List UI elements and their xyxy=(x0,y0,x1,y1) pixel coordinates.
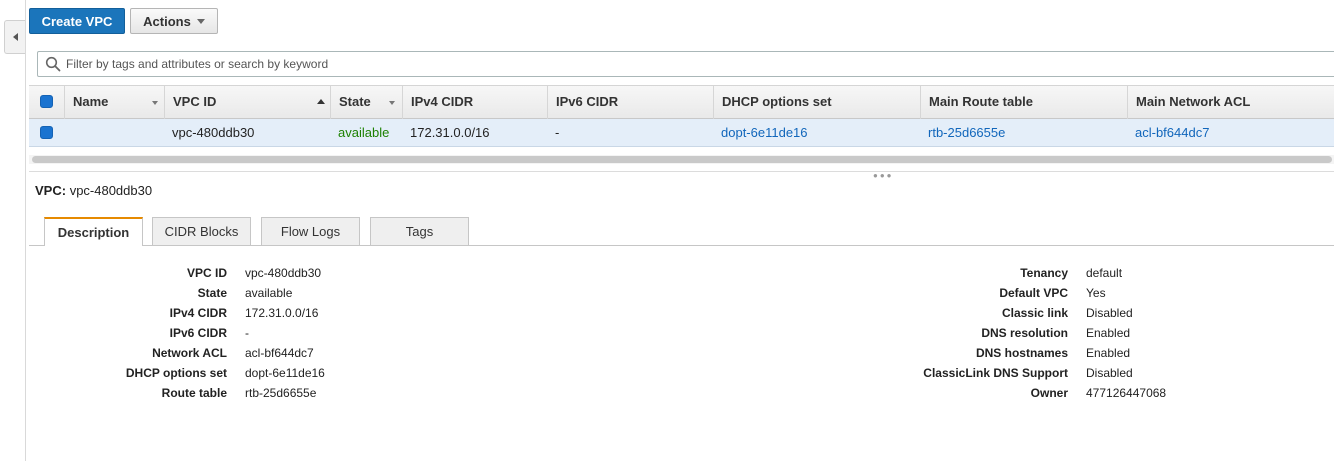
panel-divider xyxy=(29,171,1334,172)
actions-dropdown-button[interactable]: Actions xyxy=(130,8,218,34)
field-value: default xyxy=(1086,266,1123,280)
field-label: VPC ID xyxy=(186,266,227,280)
table-row[interactable]: vpc-480ddb30 available 172.31.0.0/16 - d… xyxy=(29,119,1334,147)
cell-name xyxy=(64,119,164,146)
dhcp-options-link[interactable]: dopt-6e11de16 xyxy=(245,366,325,380)
field-label: DHCP options set xyxy=(125,366,227,380)
field-label: DNS hostnames xyxy=(975,346,1068,360)
network-acl-link[interactable]: acl-bf644dc7 xyxy=(245,346,314,360)
sidebar-collapse-button[interactable] xyxy=(4,20,25,54)
field-label: Route table xyxy=(161,386,227,400)
column-header-dhcp-options[interactable]: DHCP options set xyxy=(713,86,920,119)
column-header-name[interactable]: Name xyxy=(64,86,164,119)
column-header-network-acl[interactable]: Main Network ACL xyxy=(1127,86,1334,119)
field-label: Network ACL xyxy=(152,346,227,360)
sort-ascending-icon xyxy=(317,99,325,104)
tab-flow-logs[interactable]: Flow Logs xyxy=(261,217,360,245)
field-label: Tenancy xyxy=(1020,266,1068,280)
cell-ipv4-cidr: 172.31.0.0/16 xyxy=(410,125,490,140)
cell-network-acl-link[interactable]: acl-bf644dc7 xyxy=(1127,119,1334,146)
column-header-label: Main Network ACL xyxy=(1136,94,1251,109)
cell-route-table-link[interactable]: rtb-25d6655e xyxy=(920,119,1127,146)
detail-title-value: vpc-480ddb30 xyxy=(69,183,153,198)
create-vpc-button[interactable]: Create VPC xyxy=(29,8,125,34)
sort-icon xyxy=(389,101,395,105)
column-header-route-table[interactable]: Main Route table xyxy=(920,86,1127,119)
table-header: Name VPC ID State IPv4 CIDR IPv6 CIDR DH… xyxy=(29,85,1334,119)
field-value: - xyxy=(245,326,249,340)
detail-title: VPC: vpc-480ddb30 xyxy=(35,183,152,198)
scrollbar-thumb[interactable] xyxy=(32,156,1332,163)
sidebar-strip xyxy=(0,0,26,461)
cell-state: available xyxy=(338,125,390,140)
filter-input[interactable] xyxy=(66,52,1266,76)
field-value: vpc-480ddb30 xyxy=(245,266,322,280)
route-table-link[interactable]: rtb-25d6655e xyxy=(245,386,316,400)
column-header-ipv6-cidr[interactable]: IPv6 CIDR xyxy=(547,86,713,119)
field-label: IPv6 CIDR xyxy=(169,326,227,340)
tab-description[interactable]: Description xyxy=(44,217,143,246)
field-value: 477126447068 xyxy=(1086,386,1167,400)
field-value: Yes xyxy=(1086,286,1106,300)
column-header-ipv4-cidr[interactable]: IPv4 CIDR xyxy=(402,86,547,119)
actions-label: Actions xyxy=(143,13,191,29)
field-label: Owner xyxy=(1030,386,1068,400)
field-label: Default VPC xyxy=(999,286,1068,300)
search-icon xyxy=(45,56,61,72)
field-value: Disabled xyxy=(1086,306,1133,320)
column-header-label: Name xyxy=(73,94,109,109)
chevron-down-icon xyxy=(196,19,205,24)
chevron-left-icon xyxy=(12,33,18,41)
field-label: ClassicLink DNS Support xyxy=(923,366,1068,380)
field-value: Enabled xyxy=(1086,326,1131,340)
resize-handle-icon[interactable]: ●●● xyxy=(873,172,903,180)
horizontal-scrollbar[interactable] xyxy=(29,155,1334,164)
column-header-label: DHCP options set xyxy=(722,94,832,109)
field-value: 172.31.0.0/16 xyxy=(245,306,319,320)
column-header-label: State xyxy=(339,94,371,109)
column-header-vpc-id[interactable]: VPC ID xyxy=(164,86,330,119)
field-value-state: available xyxy=(245,286,293,300)
field-label: Classic link xyxy=(1001,306,1068,320)
column-header-label: Main Route table xyxy=(929,94,1034,109)
cell-dhcp-options-link[interactable]: dopt-6e11de16 xyxy=(713,119,920,146)
field-value: Disabled xyxy=(1086,366,1133,380)
filter-bar[interactable] xyxy=(37,51,1334,77)
select-all-checkbox[interactable] xyxy=(40,95,53,108)
tab-tags[interactable]: Tags xyxy=(370,217,469,245)
tab-cidr-blocks[interactable]: CIDR Blocks xyxy=(152,217,251,245)
sort-icon xyxy=(152,101,158,105)
column-header-label: IPv4 CIDR xyxy=(411,94,474,109)
field-value: Enabled xyxy=(1086,346,1131,360)
vpc-table: Name VPC ID State IPv4 CIDR IPv6 CIDR DH… xyxy=(29,85,1334,147)
field-label: State xyxy=(197,286,227,300)
column-header-state[interactable]: State xyxy=(330,86,402,119)
column-header-label: IPv6 CIDR xyxy=(556,94,619,109)
detail-title-label: VPC: xyxy=(35,183,67,198)
column-header-label: VPC ID xyxy=(173,94,217,109)
cell-vpc-id: vpc-480ddb30 xyxy=(172,125,255,140)
field-label: DNS resolution xyxy=(981,326,1068,340)
row-checkbox[interactable] xyxy=(40,126,53,139)
field-label: IPv4 CIDR xyxy=(169,306,227,320)
cell-ipv6-cidr: - xyxy=(555,125,560,140)
tab-underline xyxy=(29,245,1334,246)
